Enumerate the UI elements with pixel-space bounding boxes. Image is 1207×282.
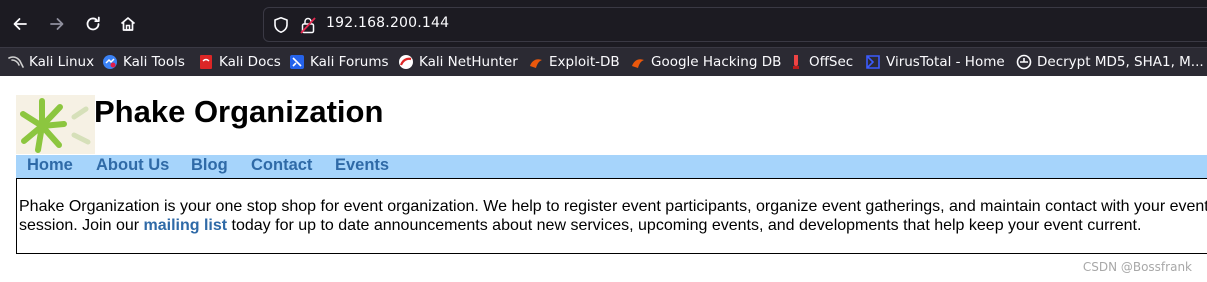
bookmark-decrypt[interactable]: Decrypt MD5, SHA1, M... xyxy=(1016,52,1204,72)
watermark: CSDN @Bossfrank xyxy=(1082,260,1192,274)
back-button[interactable] xyxy=(8,12,32,36)
bookmark-label: Decrypt MD5, SHA1, M... xyxy=(1037,54,1204,70)
browser-toolbar: 192.168.200.144 xyxy=(0,0,1207,47)
menu-events[interactable]: Events xyxy=(335,156,389,175)
bookmark-offsec[interactable]: OffSec xyxy=(788,52,853,72)
menu-blog[interactable]: Blog xyxy=(191,156,228,175)
bookmark-kali-tools[interactable]: Kali Tools xyxy=(102,52,185,72)
bookmark-label: Kali NetHunter xyxy=(419,54,518,70)
main-menu: Home About Us Blog Contact Events xyxy=(16,155,1207,178)
bookmark-label: VirusTotal - Home xyxy=(886,54,1005,70)
bookmarks-bar: Kali Linux Kali Tools Kali Docs Kali For… xyxy=(0,47,1207,76)
bookmark-label: Google Hacking DB xyxy=(651,54,782,70)
intro-line-2: session. Join our mailing list today for… xyxy=(19,216,1207,235)
reload-button[interactable] xyxy=(81,12,105,36)
site-title: Phake Organization xyxy=(94,94,384,129)
back-arrow-icon xyxy=(13,18,27,30)
site-logo xyxy=(16,95,95,154)
url-text[interactable]: 192.168.200.144 xyxy=(326,15,449,31)
offsec-icon xyxy=(793,55,799,69)
intro-line-1: Phake Organization is your one stop shop… xyxy=(19,198,1207,215)
mailing-list-link[interactable]: mailing list xyxy=(144,217,228,234)
decrypt-icon xyxy=(1016,54,1032,70)
bookmark-kali-nethunter[interactable]: Kali NetHunter xyxy=(398,52,518,72)
menu-contact[interactable]: Contact xyxy=(251,156,312,175)
home-button[interactable] xyxy=(116,12,140,36)
kali-forums-icon xyxy=(290,55,304,69)
bookmark-exploit-db[interactable]: Exploit-DB xyxy=(528,52,620,72)
bookmark-virustotal[interactable]: VirusTotal - Home xyxy=(865,52,1005,72)
virustotal-icon xyxy=(866,55,880,69)
bookmark-google-hacking-db[interactable]: Google Hacking DB xyxy=(630,52,781,72)
bookmark-kali-linux[interactable]: Kali Linux xyxy=(8,52,94,72)
ghdb-icon xyxy=(632,59,644,68)
bookmark-kali-forums[interactable]: Kali Forums xyxy=(289,52,389,72)
exploit-db-icon xyxy=(530,59,542,68)
menu-home[interactable]: Home xyxy=(27,156,73,175)
menu-about-us[interactable]: About Us xyxy=(96,156,169,175)
intro-suffix: today for up to date announcements about… xyxy=(227,217,1142,234)
bookmark-label: Kali Forums xyxy=(310,54,389,70)
kali-dragon-icon xyxy=(8,56,24,68)
forward-button[interactable] xyxy=(45,12,69,36)
tracking-shield-icon[interactable] xyxy=(272,16,290,34)
bookmark-label: Exploit-DB xyxy=(549,54,620,70)
nethunter-icon xyxy=(399,55,413,69)
bookmark-label: Kali Docs xyxy=(219,54,281,70)
bookmark-label: Kali Linux xyxy=(29,54,95,70)
reload-icon xyxy=(86,16,100,31)
intro-text: Phake Organization is your one stop shop… xyxy=(19,197,1207,235)
bookmark-kali-docs[interactable]: Kali Docs xyxy=(198,52,281,72)
address-bar[interactable]: 192.168.200.144 xyxy=(263,7,1207,42)
intro-prefix: session. Join our xyxy=(19,217,144,234)
bookmark-label: Kali Tools xyxy=(123,54,185,70)
kali-docs-icon xyxy=(200,55,212,69)
web-page: Phake Organization Home About Us Blog Co… xyxy=(0,76,1207,282)
kali-tools-icon xyxy=(103,55,117,69)
intro-box: Phake Organization is your one stop shop… xyxy=(16,178,1207,254)
insecure-lock-icon[interactable] xyxy=(300,16,316,34)
forward-arrow-icon xyxy=(50,18,64,30)
home-icon xyxy=(120,17,136,31)
bookmark-label: OffSec xyxy=(809,54,854,70)
